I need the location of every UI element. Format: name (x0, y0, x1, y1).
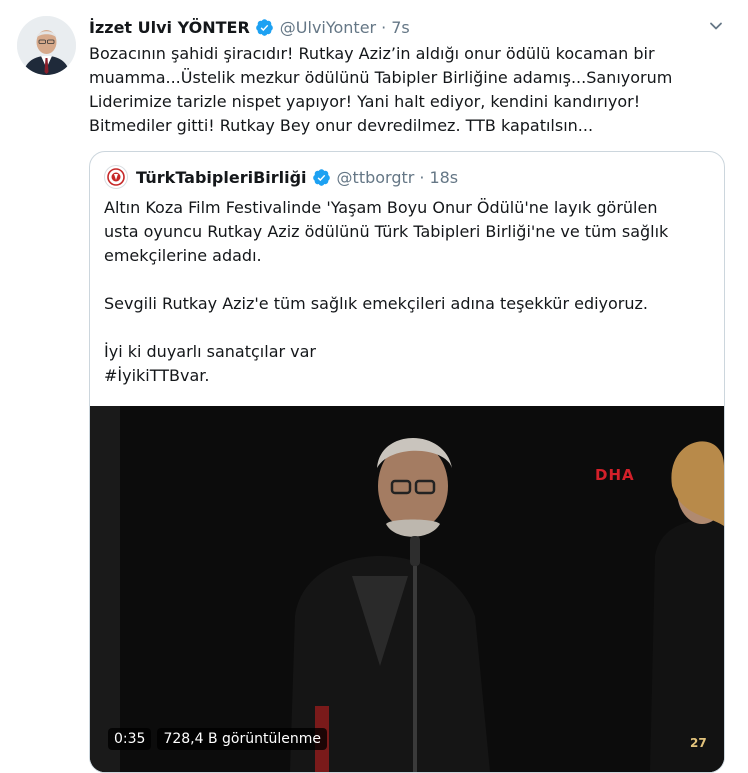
video-overlay: 0:35 728,4 B görüntülenme (108, 726, 333, 752)
ttb-logo-icon (107, 168, 125, 186)
quoted-tweet[interactable]: TürkTabipleriBirliği @ttborgtr · 18s Alt… (89, 151, 725, 773)
quoted-header: TürkTabipleriBirliği @ttborgtr · 18s (104, 165, 458, 189)
video-corner-badge: 27 (690, 736, 707, 750)
video-player[interactable]: DHA 0:35 728,4 B görüntülenme 27 (90, 406, 724, 772)
author-handle[interactable]: @UlviYonter (280, 18, 376, 37)
verified-badge-icon (312, 168, 331, 187)
quoted-handle[interactable]: @ttborgtr (337, 168, 415, 187)
quoted-avatar[interactable] (104, 165, 128, 189)
author-avatar[interactable] (17, 16, 76, 75)
header-separator: · (381, 17, 387, 37)
tweet[interactable]: İzzet Ulvi YÖNTER @UlviYonter · 7s Bozac… (0, 0, 748, 773)
tweet-body: Bozacının şahidi şiracıdır! Rutkay Aziz’… (89, 42, 734, 138)
quoted-body: Altın Koza Film Festivalinde 'Yaşam Boyu… (104, 196, 714, 388)
tweet-body-line: Bitmediler gitti! Rutkay Bey onur devred… (89, 116, 594, 135)
tweet-body-line: Liderimize tarizle nispet yapıyor! Yani … (89, 92, 641, 111)
quoted-body-line: usta oyuncu Rutkay Aziz ödülünü Türk Tab… (104, 222, 669, 241)
quoted-body-line (104, 316, 714, 340)
quoted-hashtag[interactable]: #İyikiTTBvar. (104, 364, 714, 388)
avatar-portrait-icon (17, 16, 76, 75)
quoted-header-separator: · (419, 167, 425, 187)
quoted-body-line: Altın Koza Film Festivalinde 'Yaşam Boyu… (104, 198, 658, 217)
tweet-menu-button[interactable] (706, 16, 726, 36)
quoted-timestamp[interactable]: 18s (429, 168, 458, 187)
tweet-timestamp[interactable]: 7s (391, 18, 410, 37)
video-frame-image (90, 406, 724, 772)
tweet-body-line: Bozacının şahidi şiracıdır! Rutkay Aziz’… (89, 44, 655, 63)
quoted-body-line: emekçilerine adadı. (104, 246, 262, 265)
tweet-header: İzzet Ulvi YÖNTER @UlviYonter · 7s (89, 15, 410, 39)
tweet-body-line: muamma...Üstelik mezkur ödülünü Tabipler… (89, 68, 673, 87)
video-duration: 0:35 (108, 728, 152, 750)
verified-badge-icon (255, 18, 274, 37)
quoted-body-line: İyi ki duyarlı sanatçılar var (104, 342, 317, 361)
video-view-count: 728,4 B görüntülenme (157, 728, 327, 750)
quoted-display-name[interactable]: TürkTabipleriBirliği (136, 168, 307, 187)
video-watermark: DHA (595, 466, 635, 484)
chevron-down-icon (710, 22, 722, 30)
author-display-name[interactable]: İzzet Ulvi YÖNTER (89, 18, 250, 37)
quoted-body-line (104, 268, 714, 292)
quoted-body-line: Sevgili Rutkay Aziz'e tüm sağlık emekçil… (104, 294, 649, 313)
